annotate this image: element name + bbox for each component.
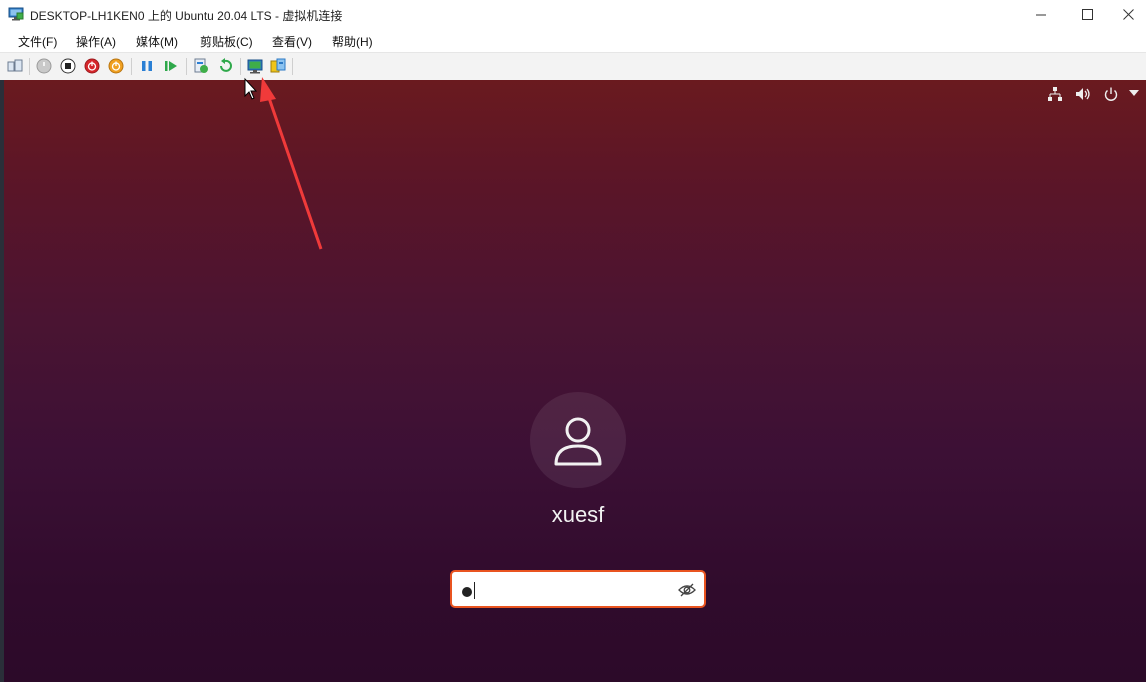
checkpoint-icon[interactable] bbox=[193, 58, 209, 74]
password-field[interactable] bbox=[450, 570, 706, 608]
network-icon[interactable] bbox=[1047, 86, 1063, 102]
menu-help[interactable]: 帮助(H) bbox=[332, 33, 373, 50]
username-label: xuesf bbox=[551, 502, 605, 527]
revert-icon[interactable] bbox=[217, 58, 233, 74]
shutdown-icon[interactable] bbox=[84, 58, 100, 74]
menu-action[interactable]: 操作(A) bbox=[76, 33, 116, 50]
menu-clipboard[interactable]: 剪贴板(C) bbox=[200, 33, 253, 50]
text-caret bbox=[474, 582, 475, 599]
enhanced-session-icon[interactable] bbox=[247, 58, 263, 74]
window-titlebar: DESKTOP-LH1KEN0 上的 Ubuntu 20.04 LTS - 虚拟… bbox=[0, 0, 1146, 29]
user-icon bbox=[554, 417, 602, 466]
save-state-icon[interactable] bbox=[108, 58, 124, 74]
avatar[interactable] bbox=[530, 392, 626, 488]
turn-off-icon[interactable] bbox=[60, 58, 76, 74]
power-icon[interactable] bbox=[1103, 86, 1119, 102]
share-icon[interactable] bbox=[270, 58, 286, 74]
menu-media[interactable]: 媒体(M) bbox=[136, 33, 178, 50]
show-password-icon[interactable] bbox=[678, 581, 696, 599]
volume-icon[interactable] bbox=[1075, 86, 1091, 102]
vm-screen[interactable]: xuesf bbox=[4, 80, 1146, 682]
maximize-icon bbox=[1081, 9, 1093, 20]
maximize-button[interactable] bbox=[1064, 0, 1110, 29]
toolbar bbox=[0, 52, 1146, 80]
close-icon bbox=[1122, 9, 1134, 20]
start-icon[interactable] bbox=[36, 58, 52, 74]
password-dot bbox=[462, 587, 472, 597]
menu-file[interactable]: 文件(F) bbox=[18, 33, 57, 50]
pause-icon[interactable] bbox=[139, 58, 155, 74]
minimize-icon bbox=[1035, 14, 1046, 16]
ctrl-alt-del-icon[interactable] bbox=[7, 58, 23, 74]
close-button[interactable] bbox=[1110, 0, 1146, 29]
resume-icon[interactable] bbox=[163, 58, 179, 74]
menu-view[interactable]: 查看(V) bbox=[272, 33, 312, 50]
menu-bar: 文件(F) 操作(A) 媒体(M) 剪贴板(C) 查看(V) 帮助(H) bbox=[0, 29, 1146, 52]
vm-connection-icon bbox=[8, 7, 24, 21]
window-title: DESKTOP-LH1KEN0 上的 Ubuntu 20.04 LTS - 虚拟… bbox=[30, 9, 343, 23]
minimize-button[interactable] bbox=[1018, 0, 1064, 29]
dropdown-arrow-icon[interactable] bbox=[1129, 90, 1139, 96]
